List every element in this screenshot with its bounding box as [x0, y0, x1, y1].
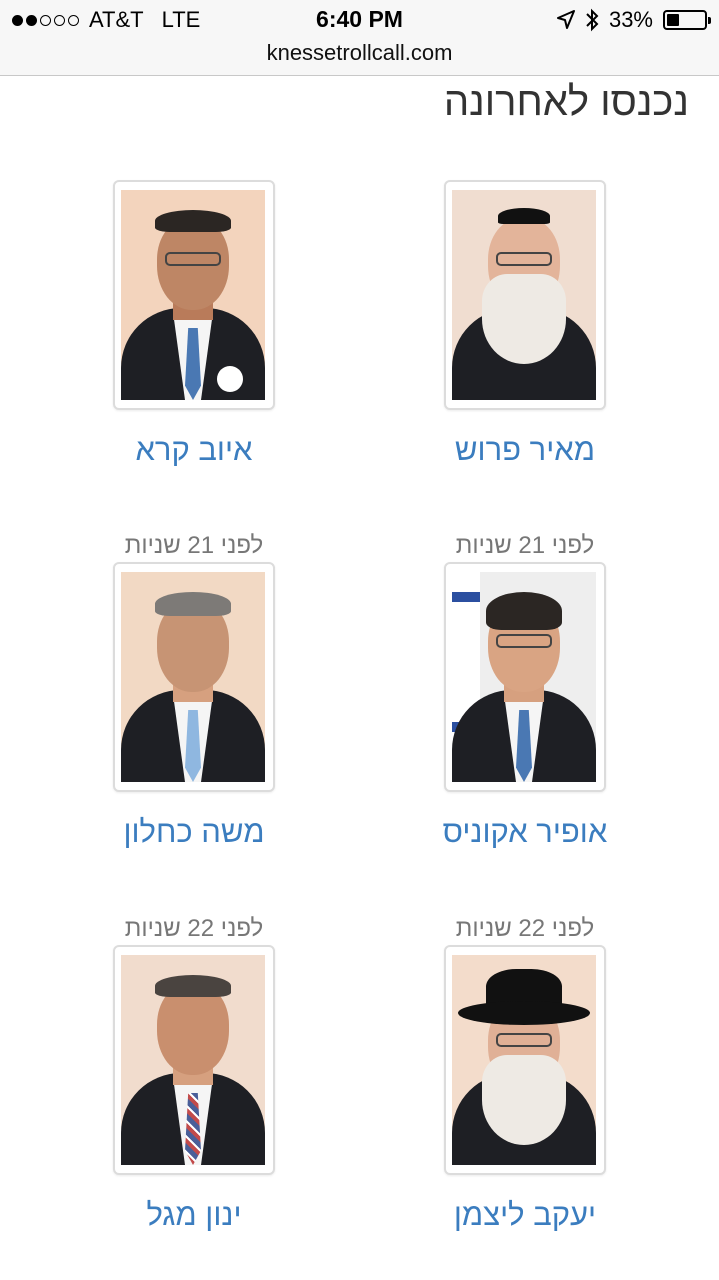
member-photo-frame[interactable] [113, 945, 275, 1175]
member-photo-frame[interactable] [444, 945, 606, 1175]
member-card[interactable]: לפני 22 שניות ינון מגל [74, 913, 314, 1233]
member-name-link[interactable]: אופיר אקוניס [405, 814, 645, 850]
time-ago: לפני 21 שניות [455, 532, 595, 559]
page-title: נכנסו לאחרונה [443, 80, 689, 124]
bluetooth-icon [586, 8, 599, 32]
member-photo-frame[interactable] [444, 180, 606, 410]
member-card[interactable]: מאיר פרוש [405, 148, 645, 468]
member-name-link[interactable]: יעקב ליצמן [405, 1197, 645, 1233]
status-bar: AT&T LTE 6:40 PM 33% [0, 0, 719, 40]
member-name-link[interactable]: איוב קרא [74, 432, 314, 468]
member-card[interactable]: לפני 22 שניות יעקב ליצמן [405, 913, 645, 1233]
member-name-link[interactable]: משה כחלון [74, 814, 314, 850]
battery-percent: 33% [608, 7, 653, 32]
time-ago: לפני 22 שניות [455, 915, 595, 942]
status-right: 33% [556, 7, 711, 33]
member-photo[interactable] [121, 572, 265, 782]
url-text[interactable]: knessetrollcall.com [267, 40, 453, 65]
time-ago [74, 148, 314, 180]
member-name-link[interactable]: מאיר פרוש [405, 432, 645, 468]
location-arrow-icon [556, 10, 575, 29]
member-photo[interactable] [121, 955, 265, 1165]
member-card[interactable]: לפני 21 שניות אופיר אקוניס [405, 530, 645, 850]
member-card[interactable]: לפני 21 שניות משה כחלון [74, 530, 314, 850]
member-photo-frame[interactable] [444, 562, 606, 792]
time-ago [405, 148, 645, 180]
member-photo-frame[interactable] [113, 562, 275, 792]
member-photo[interactable] [121, 190, 265, 400]
member-name-link[interactable]: ינון מגל [74, 1197, 314, 1233]
member-photo-frame[interactable] [113, 180, 275, 410]
member-photo[interactable] [452, 190, 596, 400]
battery-icon [663, 10, 711, 30]
time-ago: לפני 21 שניות [124, 532, 264, 559]
battery-level [667, 14, 679, 26]
member-photo[interactable] [452, 955, 596, 1165]
member-card[interactable]: איוב קרא [74, 148, 314, 468]
url-bar[interactable]: knessetrollcall.com [0, 40, 719, 76]
time-ago: לפני 22 שניות [124, 915, 264, 942]
member-photo[interactable] [452, 572, 596, 782]
